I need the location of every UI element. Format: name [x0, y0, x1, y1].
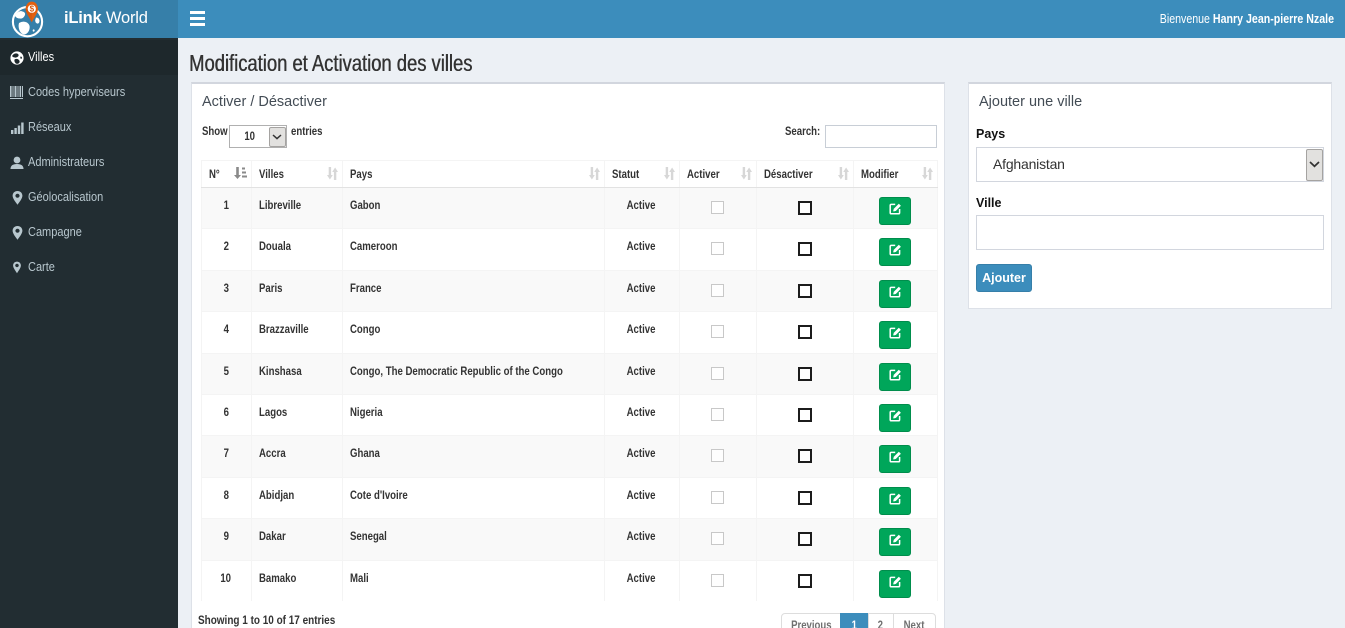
- svg-text:$: $: [30, 5, 35, 14]
